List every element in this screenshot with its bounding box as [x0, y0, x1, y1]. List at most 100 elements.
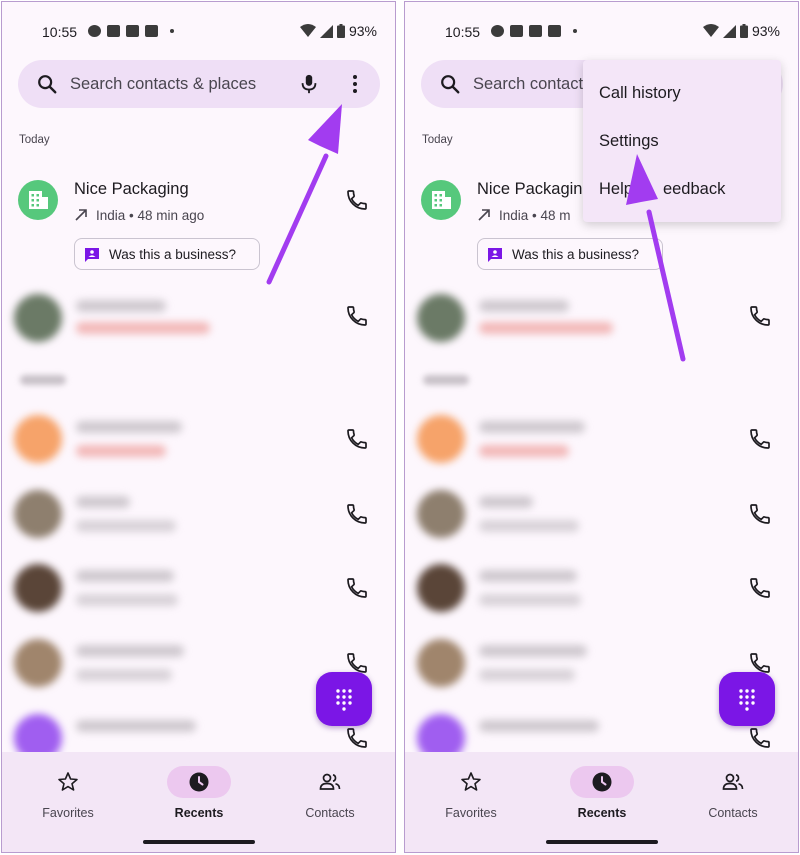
system-icons: 93% — [702, 23, 780, 39]
app-notification-icon — [107, 25, 120, 37]
blurred-avatar — [417, 294, 465, 342]
notification-icons — [491, 25, 577, 37]
app-notification-icon — [510, 25, 523, 37]
home-indicator[interactable] — [143, 840, 255, 844]
battery-percent: 93% — [751, 23, 780, 39]
blurred-text — [479, 520, 579, 532]
blurred-section-header — [20, 375, 66, 385]
call-entry[interactable]: Nice Packaging India • 48 min ago — [2, 180, 395, 240]
list-item[interactable] — [405, 564, 798, 614]
search-input[interactable]: Search contact — [473, 75, 583, 94]
list-item[interactable] — [405, 415, 798, 465]
menu-item-settings[interactable]: Settings — [599, 132, 659, 151]
square-notification-icon — [145, 25, 158, 37]
nav-label: Recents — [577, 806, 627, 820]
blurred-text — [76, 496, 130, 508]
star-icon — [461, 772, 481, 791]
blurred-avatar — [14, 415, 62, 463]
blurred-avatar — [417, 639, 465, 687]
status-time: 10:55 — [42, 24, 78, 40]
dialpad-button[interactable] — [316, 672, 372, 726]
blurred-text — [479, 445, 569, 457]
home-indicator[interactable] — [546, 840, 658, 844]
blurred-text — [76, 570, 174, 582]
blurred-text — [479, 322, 613, 334]
nav-label: Favorites — [445, 806, 497, 820]
battery-icon — [739, 24, 748, 38]
contact-name: Nice Packaging — [477, 180, 592, 198]
search-bar[interactable]: Search contacts & places — [18, 60, 380, 108]
blurred-text — [76, 594, 178, 606]
dialpad-icon — [336, 689, 352, 711]
messenger-icon — [491, 25, 504, 37]
call-icon[interactable] — [345, 188, 369, 212]
nav-favorites[interactable]: Favorites — [18, 766, 118, 826]
people-icon — [319, 773, 341, 790]
paytm-icon — [529, 25, 542, 37]
nav-recents[interactable]: Recents — [552, 766, 652, 826]
section-header-today: Today — [422, 134, 453, 146]
menu-item-help-feedback[interactable]: Help eedback — [599, 180, 725, 199]
blurred-avatar — [14, 639, 62, 687]
phone-screen-left: 10:55 93% Search contacts & places Today… — [1, 1, 396, 853]
call-icon[interactable] — [748, 726, 772, 750]
notification-icons — [88, 25, 174, 37]
blurred-avatar — [14, 294, 62, 342]
business-feedback-chip[interactable]: Was this a business? — [74, 238, 260, 270]
blurred-text — [479, 421, 585, 433]
business-chip-label: Was this a business? — [109, 247, 237, 262]
overflow-menu: Call history Settings Help eedback — [583, 60, 781, 222]
nav-label: Favorites — [42, 806, 94, 820]
call-icon[interactable] — [748, 427, 772, 451]
more-notifications-icon — [573, 29, 577, 33]
call-icon[interactable] — [748, 502, 772, 526]
business-chip-label: Was this a business? — [512, 247, 640, 262]
outgoing-call-icon — [478, 209, 490, 221]
blurred-text — [76, 720, 196, 732]
blurred-text — [479, 570, 577, 582]
call-icon[interactable] — [345, 427, 369, 451]
nav-contacts[interactable]: Contacts — [280, 766, 380, 826]
blurred-text — [479, 594, 581, 606]
clock-icon — [189, 772, 209, 792]
phone-screen-right: 10:55 93% Search contact Today Nice Pack… — [404, 1, 799, 853]
blurred-avatar — [417, 490, 465, 538]
list-item[interactable] — [405, 294, 798, 344]
nav-label: Contacts — [708, 806, 758, 820]
search-icon[interactable] — [36, 73, 58, 95]
people-icon — [722, 773, 744, 790]
list-item[interactable] — [2, 294, 395, 344]
blurred-text — [76, 645, 184, 657]
nav-recents[interactable]: Recents — [149, 766, 249, 826]
blurred-text — [76, 669, 172, 681]
search-icon[interactable] — [439, 73, 461, 95]
mic-icon[interactable] — [298, 73, 320, 95]
dialpad-button[interactable] — [719, 672, 775, 726]
blurred-avatar — [417, 564, 465, 612]
business-feedback-chip[interactable]: Was this a business? — [477, 238, 663, 270]
blurred-text — [76, 445, 166, 457]
call-icon[interactable] — [345, 304, 369, 328]
more-options-icon[interactable] — [343, 72, 367, 96]
nav-favorites[interactable]: Favorites — [421, 766, 521, 826]
call-icon[interactable] — [748, 576, 772, 600]
call-detail: India • 48 min ago — [96, 208, 205, 223]
call-icon[interactable] — [345, 576, 369, 600]
list-item[interactable] — [2, 564, 395, 614]
blurred-text — [479, 645, 587, 657]
system-icons: 93% — [299, 23, 377, 39]
status-bar: 10:55 93% — [405, 20, 798, 44]
bottom-navigation: Favorites Recents Contacts — [2, 752, 395, 852]
list-item[interactable] — [2, 490, 395, 540]
list-item[interactable] — [405, 490, 798, 540]
menu-item-call-history[interactable]: Call history — [599, 84, 681, 103]
call-icon[interactable] — [345, 502, 369, 526]
dialpad-icon — [739, 689, 755, 711]
call-icon[interactable] — [345, 726, 369, 750]
clock-icon — [592, 772, 612, 792]
call-icon[interactable] — [748, 304, 772, 328]
list-item[interactable] — [2, 415, 395, 465]
search-input[interactable]: Search contacts & places — [70, 75, 256, 94]
feedback-icon — [85, 248, 99, 262]
nav-contacts[interactable]: Contacts — [683, 766, 783, 826]
